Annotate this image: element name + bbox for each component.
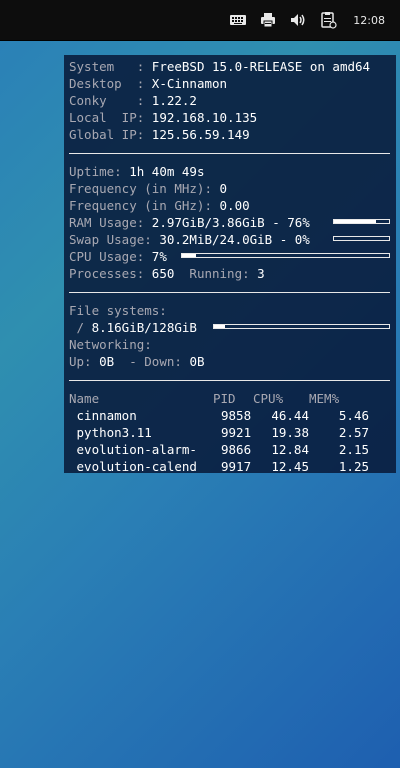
desktop-value: X-Cinnamon [151, 76, 228, 91]
process-mem: 1.25 [338, 459, 369, 474]
freq-ghz-line: Frequency (in GHz): 0.00 [69, 197, 390, 214]
freq-mhz-label: Frequency (in MHz): [69, 181, 220, 196]
process-cpu: 46.44 [271, 408, 309, 423]
cpu-line: CPU Usage: 7% [69, 248, 390, 265]
system-value: FreeBSD 15.0-RELEASE on amd64 [151, 59, 371, 74]
clipboard-icon[interactable] [319, 11, 337, 29]
freq-ghz-value: 0.00 [219, 198, 250, 213]
printer-icon[interactable] [259, 11, 277, 29]
process-pid: 9921 [221, 425, 252, 440]
running-label: Running: [174, 266, 258, 281]
ram-label: RAM Usage: [69, 215, 152, 230]
volume-icon[interactable] [289, 11, 307, 29]
processes-label: Processes: [69, 266, 152, 281]
process-mem: 5.46 [338, 408, 369, 423]
header-name: Name [69, 391, 100, 406]
freq-mhz-value: 0 [219, 181, 228, 196]
local-ip-label: Local IP: [69, 110, 152, 125]
process-name: python3.11 [69, 425, 152, 440]
ram-line: RAM Usage: 2.97GiB/3.86GiB - 76% [69, 214, 390, 231]
system-tray: 12:08 [229, 0, 400, 40]
ram-value: 2.97GiB/3.86GiB - 76% [151, 215, 310, 230]
networking-heading: Networking: [69, 336, 390, 353]
conky-value: 1.22.2 [151, 93, 197, 108]
freq-mhz-line: Frequency (in MHz): 0 [69, 180, 390, 197]
desktop-line: Desktop : X-Cinnamon [69, 75, 390, 92]
root-fs-value: 8.16GiB/128GiB [91, 320, 197, 335]
conky-widget: System : FreeBSD 15.0-RELEASE on amd64 D… [64, 55, 396, 475]
cpu-label: CPU Usage: [69, 249, 152, 264]
header-mem: MEM% [309, 391, 340, 406]
root-fs-bar [213, 324, 390, 329]
process-name: evolution-alarm- [69, 442, 197, 457]
system-line: System : FreeBSD 15.0-RELEASE on amd64 [69, 58, 390, 75]
swap-line: Swap Usage: 30.2MiB/24.0GiB - 0% [69, 231, 390, 248]
system-label: System : [69, 59, 152, 74]
process-row: evolution-calend 9917 12.45 1.25 [69, 458, 390, 475]
up-label: Up: [69, 354, 100, 369]
uptime-line: Uptime: 1h 40m 49s [69, 163, 390, 180]
process-cpu: 12.84 [271, 442, 309, 457]
header-cpu: CPU% [253, 391, 284, 406]
down-value: 0B [189, 354, 205, 369]
process-row: python3.11 9921 19.38 2.57 [69, 424, 390, 441]
clock[interactable]: 12:08 [353, 14, 385, 27]
process-cpu: 12.45 [271, 459, 309, 474]
cpu-usage-bar [181, 253, 390, 258]
cpu-value: 7% [151, 249, 167, 264]
cpu-usage-bar-fill [182, 254, 197, 257]
desktop-label: Desktop : [69, 76, 152, 91]
running-value: 3 [257, 266, 265, 281]
process-mem: 2.57 [338, 425, 369, 440]
conky-label: Conky : [69, 93, 152, 108]
uptime-value: 1h 40m 49s [129, 164, 205, 179]
processes-value: 650 [151, 266, 175, 281]
process-pid: 9858 [221, 408, 252, 423]
keyboard-icon[interactable] [229, 11, 247, 29]
swap-usage-bar [333, 236, 390, 241]
process-cpu: 19.38 [271, 425, 309, 440]
network-speed-line: Up: 0B - Down: 0B [69, 353, 390, 370]
process-row: evolution-alarm- 9866 12.84 2.15 [69, 441, 390, 458]
process-pid: 9866 [221, 442, 252, 457]
local-ip-value: 192.168.10.135 [151, 110, 258, 125]
uptime-label: Uptime: [69, 164, 130, 179]
global-ip-line: Global IP: 125.56.59.149 [69, 126, 390, 143]
local-ip-line: Local IP: 192.168.10.135 [69, 109, 390, 126]
process-pid: 9917 [221, 459, 252, 474]
global-ip-label: Global IP: [69, 127, 152, 142]
process-name: evolution-calend [69, 459, 197, 474]
down-label: - Down: [114, 354, 190, 369]
networking-label: Networking: [69, 337, 152, 352]
swap-value: 30.2MiB/24.0GiB - 0% [159, 232, 310, 247]
ram-usage-bar [333, 219, 390, 224]
root-fs-label: / [69, 320, 92, 335]
ram-usage-bar-fill [334, 220, 376, 223]
header-pid: PID [213, 391, 236, 406]
swap-label: Swap Usage: [69, 232, 160, 247]
conky-version-line: Conky : 1.22.2 [69, 92, 390, 109]
up-value: 0B [99, 354, 115, 369]
top-panel: 12:08 [0, 0, 400, 41]
root-fs-bar-fill [214, 325, 225, 328]
process-table-header: Name PID CPU% MEM% [69, 390, 390, 407]
file-systems-label: File systems: [69, 303, 167, 318]
root-fs-line: / 8.16GiB/128GiB [69, 319, 390, 336]
process-row: cinnamon 9858 46.44 5.46 [69, 407, 390, 424]
file-systems-heading: File systems: [69, 302, 390, 319]
process-name: cinnamon [69, 408, 137, 423]
global-ip-value: 125.56.59.149 [151, 127, 250, 142]
processes-line: Processes: 650 Running: 3 [69, 265, 390, 282]
process-mem: 2.15 [338, 442, 369, 457]
freq-ghz-label: Frequency (in GHz): [69, 198, 220, 213]
